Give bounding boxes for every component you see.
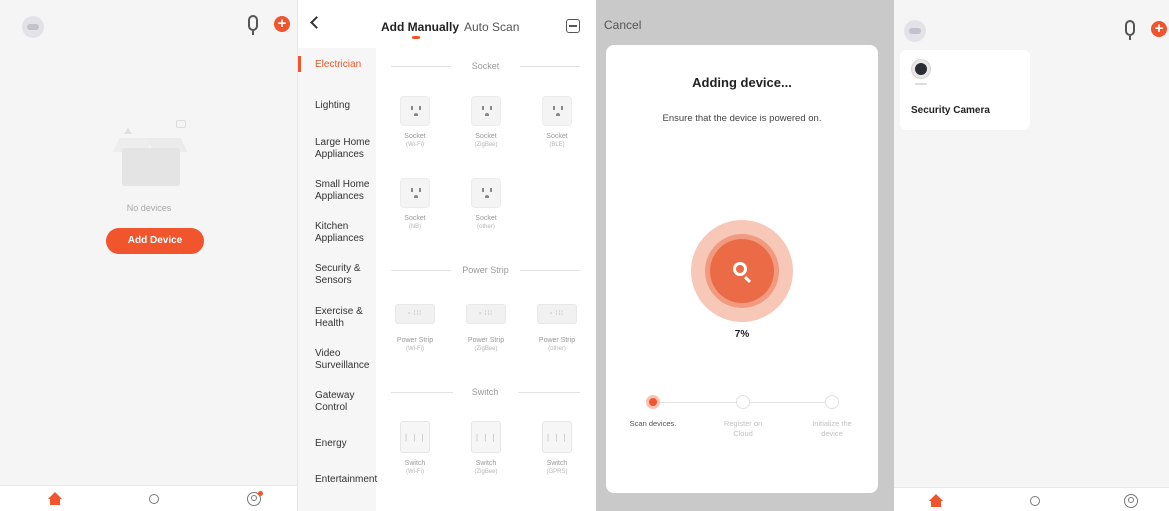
category-large-home-appliances[interactable]: Large Home Appliances — [315, 137, 375, 161]
power-hint-text: Ensure that the device is powered on. — [662, 113, 822, 124]
category-electrician[interactable]: Electrician — [315, 59, 375, 71]
me-tab-icon[interactable] — [247, 491, 263, 506]
active-category-indicator — [298, 56, 301, 72]
section-title-socket: Socket — [471, 61, 500, 71]
search-icon — [733, 262, 747, 276]
tab-auto-scan[interactable]: Auto Scan — [464, 20, 519, 34]
family-avatar-icon[interactable] — [904, 20, 926, 42]
progress-percent: 7% — [734, 329, 750, 340]
category-energy[interactable]: Energy — [315, 438, 375, 450]
back-chevron-icon[interactable] — [310, 16, 323, 29]
device-socket-ble[interactable]: Socket (BLE) — [527, 96, 587, 149]
smart-tab-icon[interactable] — [1030, 496, 1040, 506]
step-initialize-label: Initialize the device — [812, 419, 852, 438]
section-divider — [520, 66, 580, 67]
home-tab-icon[interactable] — [48, 492, 62, 506]
device-switch-wifi[interactable]: Switch (Wi-Fi) — [385, 421, 445, 476]
camera-icon — [912, 60, 930, 78]
category-small-home-appliances[interactable]: Small Home Appliances — [315, 179, 375, 203]
device-power-strip-wifi[interactable]: ▫ ⁞⁞⁞ Power Strip (Wi-Fi) — [385, 304, 445, 353]
adding-title: Adding device... — [692, 75, 792, 90]
no-devices-text: No devices — [126, 203, 172, 213]
section-divider — [518, 392, 580, 393]
socket-icon — [400, 178, 430, 208]
bottom-tab-bar — [894, 487, 1169, 511]
add-device-screen: Add Manually Auto Scan Electrician Light… — [298, 0, 596, 511]
smart-tab-icon[interactable] — [149, 494, 159, 504]
device-name: Security Camera — [911, 105, 990, 116]
device-socket-wifi[interactable]: Socket (Wi-Fi) — [385, 96, 445, 149]
category-sidebar: Electrician Lighting Large Home Applianc… — [298, 48, 377, 511]
home-empty-screen: + No devices Add Device — [0, 0, 298, 511]
device-card-security-camera[interactable]: Security Camera — [900, 50, 1030, 130]
adding-device-screen: Cancel Adding device... Ensure that the … — [596, 0, 894, 511]
device-socket-zigbee[interactable]: Socket (ZigBee) — [456, 96, 516, 149]
socket-icon — [471, 178, 501, 208]
step-scan-label: Scan devices. — [629, 419, 677, 428]
switch-icon — [400, 421, 430, 453]
section-divider — [391, 66, 451, 67]
device-socket-other[interactable]: Socket (other) — [456, 178, 516, 231]
switch-icon — [471, 421, 501, 453]
switch-icon — [542, 421, 572, 453]
top-bar: + — [894, 0, 1169, 50]
device-power-strip-other[interactable]: ▫ ⁞⁞⁞ Power Strip (other) — [527, 304, 587, 353]
camera-base — [915, 83, 927, 85]
category-security-sensors[interactable]: Security & Sensors — [315, 263, 375, 287]
category-kitchen-appliances[interactable]: Kitchen Appliances — [315, 221, 375, 245]
category-video-surveillance[interactable]: Video Surveillance — [315, 348, 375, 372]
device-switch-gprs[interactable]: Switch (GPRS) — [527, 421, 587, 476]
add-device-header: Add Manually Auto Scan — [298, 0, 596, 48]
microphone-icon[interactable] — [1125, 20, 1135, 40]
step-initialize-dot — [825, 395, 839, 409]
step-scan-dot — [646, 395, 660, 409]
active-tab-indicator — [412, 36, 420, 39]
section-title-power-strip: Power Strip — [462, 265, 509, 275]
category-lighting[interactable]: Lighting — [315, 100, 375, 112]
power-strip-icon: ▫ ⁞⁞⁞ — [537, 304, 577, 324]
bottom-tab-bar — [0, 485, 297, 511]
family-avatar-icon[interactable] — [22, 16, 44, 38]
tab-add-manually[interactable]: Add Manually — [381, 20, 459, 34]
section-divider — [391, 270, 451, 271]
microphone-icon[interactable] — [248, 15, 258, 35]
step-register-dot — [736, 395, 750, 409]
power-strip-icon: ▫ ⁞⁞⁞ — [395, 304, 435, 324]
scan-qr-icon[interactable] — [566, 19, 580, 33]
add-plus-icon[interactable]: + — [274, 16, 290, 32]
category-exercise-health[interactable]: Exercise & Health — [315, 306, 375, 330]
step-register-label: Register on Cloud — [723, 419, 763, 438]
home-device-screen: + Security Camera — [894, 0, 1169, 511]
cancel-button[interactable]: Cancel — [604, 18, 641, 32]
section-title-switch: Switch — [471, 387, 499, 397]
category-gateway-control[interactable]: Gateway Control — [315, 390, 375, 414]
home-tab-icon[interactable] — [929, 494, 943, 508]
power-strip-icon: ▫ ⁞⁞⁞ — [466, 304, 506, 324]
category-entertainment[interactable]: Entertainment — [315, 474, 377, 486]
device-power-strip-zigbee[interactable]: ▫ ⁞⁞⁞ Power Strip (ZigBee) — [456, 304, 516, 353]
me-tab-icon[interactable] — [1124, 494, 1138, 508]
socket-icon — [471, 96, 501, 126]
adding-device-card: Adding device... Ensure that the device … — [606, 45, 878, 493]
socket-icon — [542, 96, 572, 126]
add-plus-icon[interactable]: + — [1151, 21, 1167, 37]
notification-dot — [258, 491, 263, 496]
top-bar: + — [0, 0, 297, 50]
section-divider — [520, 270, 580, 271]
device-switch-zigbee[interactable]: Switch (ZigBee) — [456, 421, 516, 476]
socket-icon — [400, 96, 430, 126]
device-socket-nb[interactable]: Socket (NB) — [385, 178, 445, 231]
empty-box-illustration — [110, 120, 190, 190]
add-device-button[interactable]: Add Device — [106, 228, 204, 254]
section-divider — [391, 392, 453, 393]
